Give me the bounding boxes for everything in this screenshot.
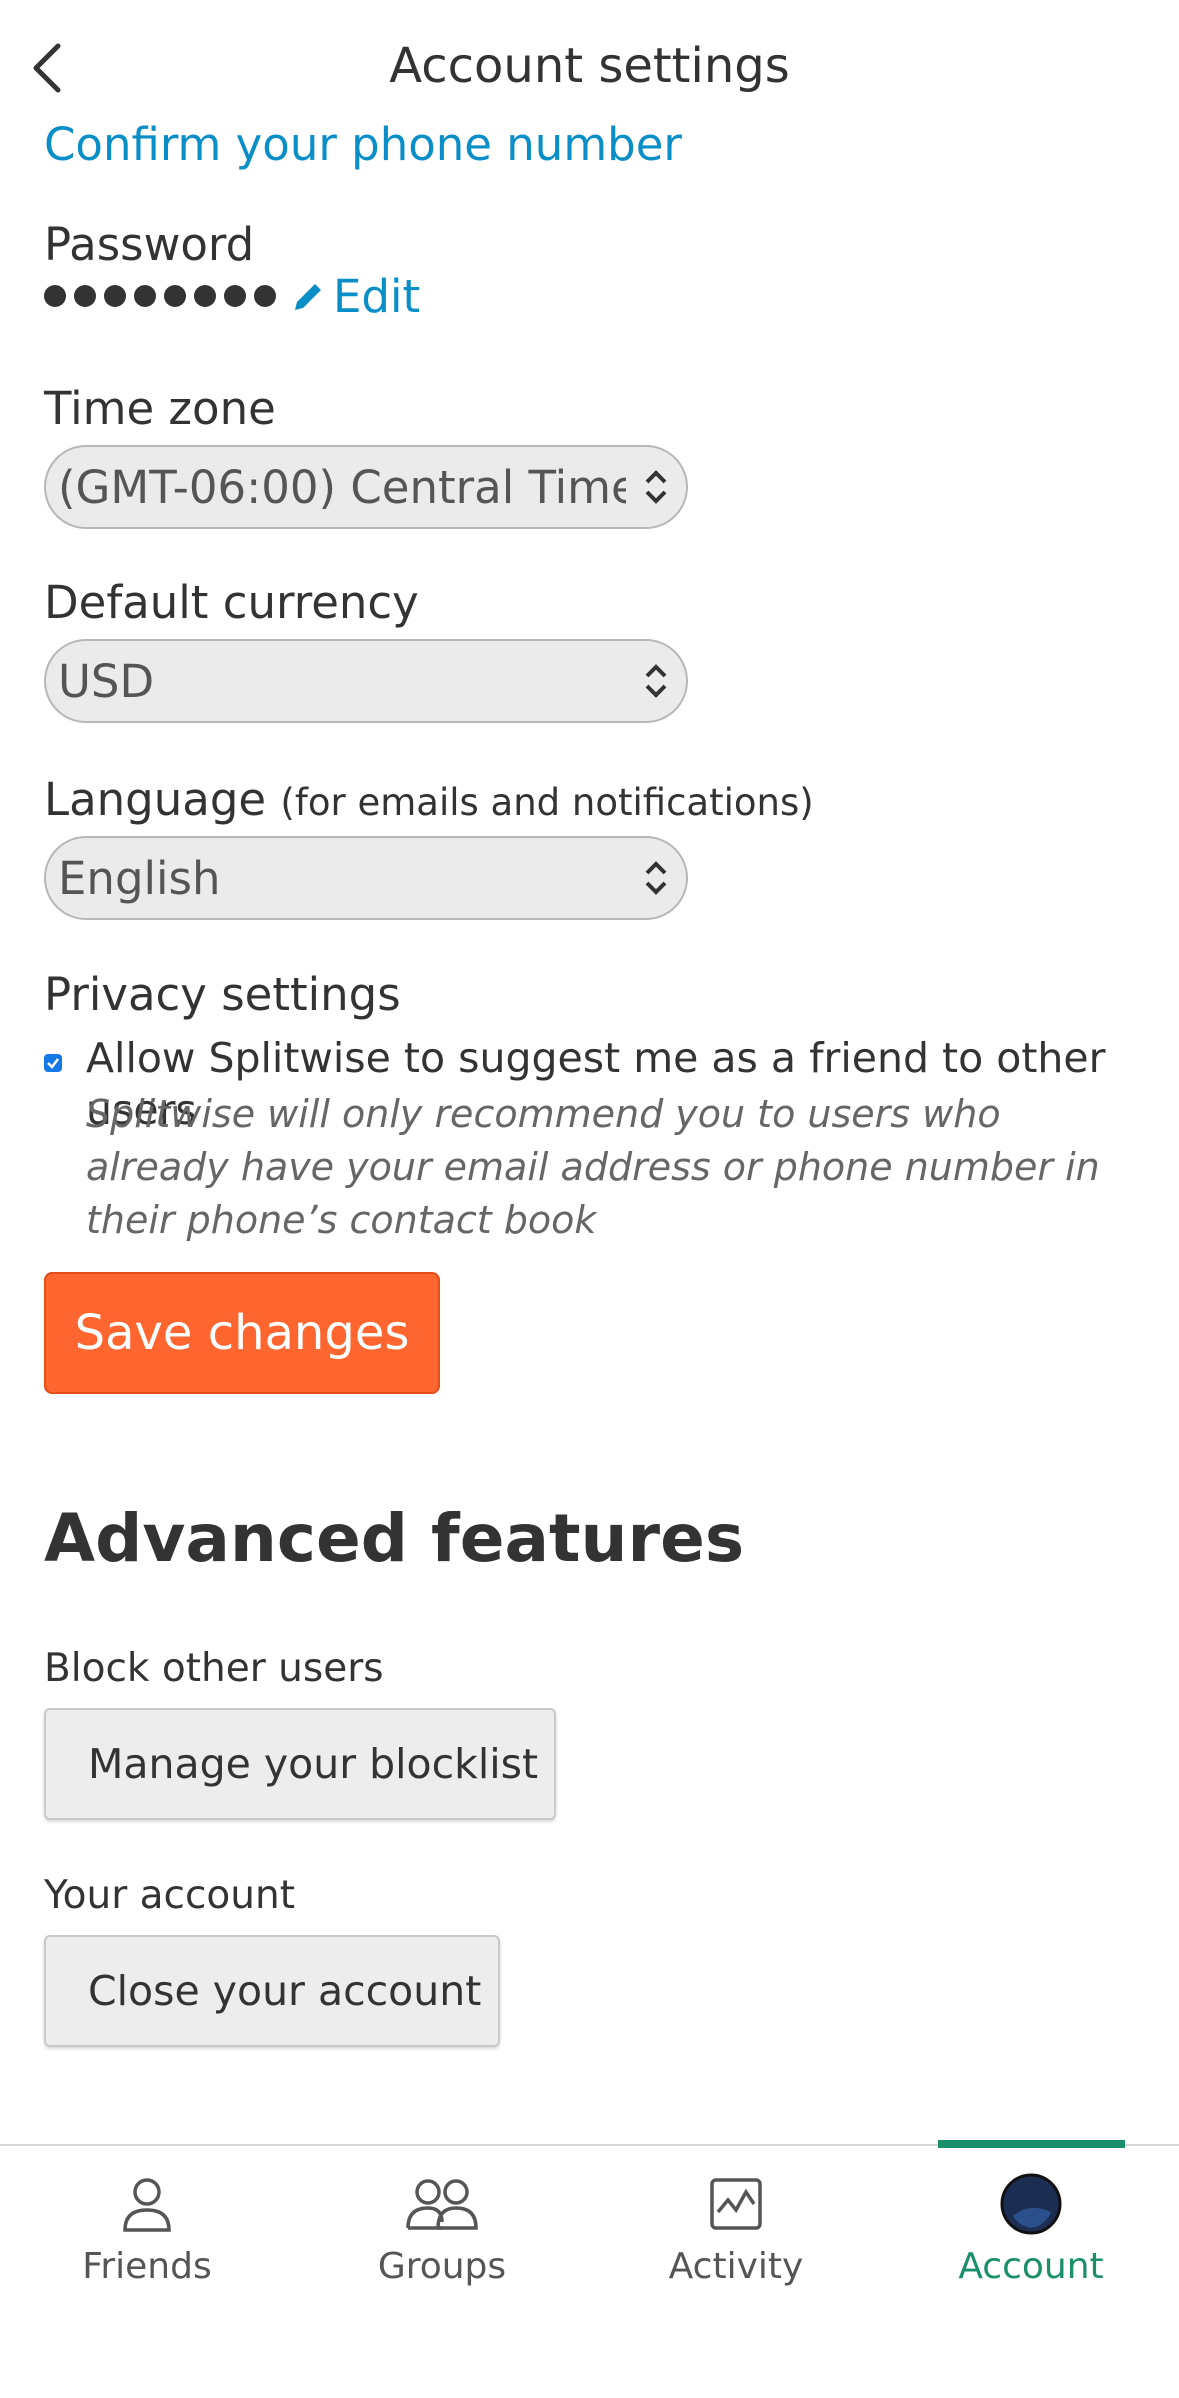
advanced-features-title: Advanced features bbox=[44, 1500, 745, 1577]
language-select[interactable]: English bbox=[44, 836, 688, 920]
pencil-icon bbox=[295, 283, 321, 310]
save-changes-button[interactable]: Save changes bbox=[44, 1272, 440, 1394]
language-note: (for emails and notifications) bbox=[280, 781, 814, 824]
check-icon bbox=[47, 1058, 59, 1069]
select-arrows-icon bbox=[626, 465, 686, 509]
tab-groups[interactable]: Groups bbox=[295, 2146, 589, 2346]
bottom-tab-bar: Friends Groups Activity Account bbox=[0, 2140, 1179, 2398]
currency-value: USD bbox=[58, 654, 155, 708]
tab-activity-label: Activity bbox=[668, 2246, 804, 2287]
language-value: English bbox=[58, 851, 221, 905]
timezone-label: Time zone bbox=[44, 382, 276, 435]
select-arrows-icon bbox=[626, 659, 686, 703]
edit-password-link[interactable]: Edit bbox=[289, 270, 420, 323]
tab-friends[interactable]: Friends bbox=[0, 2146, 294, 2346]
header: Account settings bbox=[0, 0, 1179, 130]
timezone-value: (GMT-06:00) Central Time ( bbox=[58, 460, 626, 514]
tab-friends-label: Friends bbox=[82, 2246, 212, 2287]
avatar-icon bbox=[1000, 2173, 1062, 2235]
password-label: Password bbox=[44, 218, 255, 271]
group-icon bbox=[406, 2179, 478, 2230]
tab-activity[interactable]: Activity bbox=[589, 2146, 883, 2346]
your-account-label: Your account bbox=[44, 1873, 296, 1918]
select-arrows-icon bbox=[626, 856, 686, 900]
password-masked bbox=[44, 285, 276, 307]
tab-account[interactable]: Account bbox=[884, 2146, 1178, 2346]
confirm-phone-link[interactable]: Confirm your phone number bbox=[44, 118, 682, 171]
activity-icon bbox=[710, 2178, 762, 2230]
tab-account-label: Account bbox=[958, 2246, 1104, 2287]
manage-blocklist-button[interactable]: Manage your blocklist bbox=[44, 1708, 556, 1820]
suggest-friend-checkbox[interactable] bbox=[44, 1054, 62, 1072]
person-icon bbox=[123, 2178, 171, 2232]
currency-label: Default currency bbox=[44, 576, 419, 629]
block-users-label: Block other users bbox=[44, 1646, 384, 1691]
privacy-label: Privacy settings bbox=[44, 968, 401, 1021]
tab-groups-label: Groups bbox=[377, 2246, 507, 2287]
close-account-button[interactable]: Close your account bbox=[44, 1935, 500, 2047]
language-label: Language (for emails and notifications) bbox=[44, 773, 814, 826]
timezone-select[interactable]: (GMT-06:00) Central Time ( bbox=[44, 445, 688, 529]
currency-select[interactable]: USD bbox=[44, 639, 688, 723]
language-label-text: Language bbox=[44, 773, 267, 826]
privacy-note: Splitwise will only recommend you to use… bbox=[86, 1092, 1100, 1242]
page-title: Account settings bbox=[389, 38, 790, 94]
edit-label: Edit bbox=[333, 270, 421, 323]
